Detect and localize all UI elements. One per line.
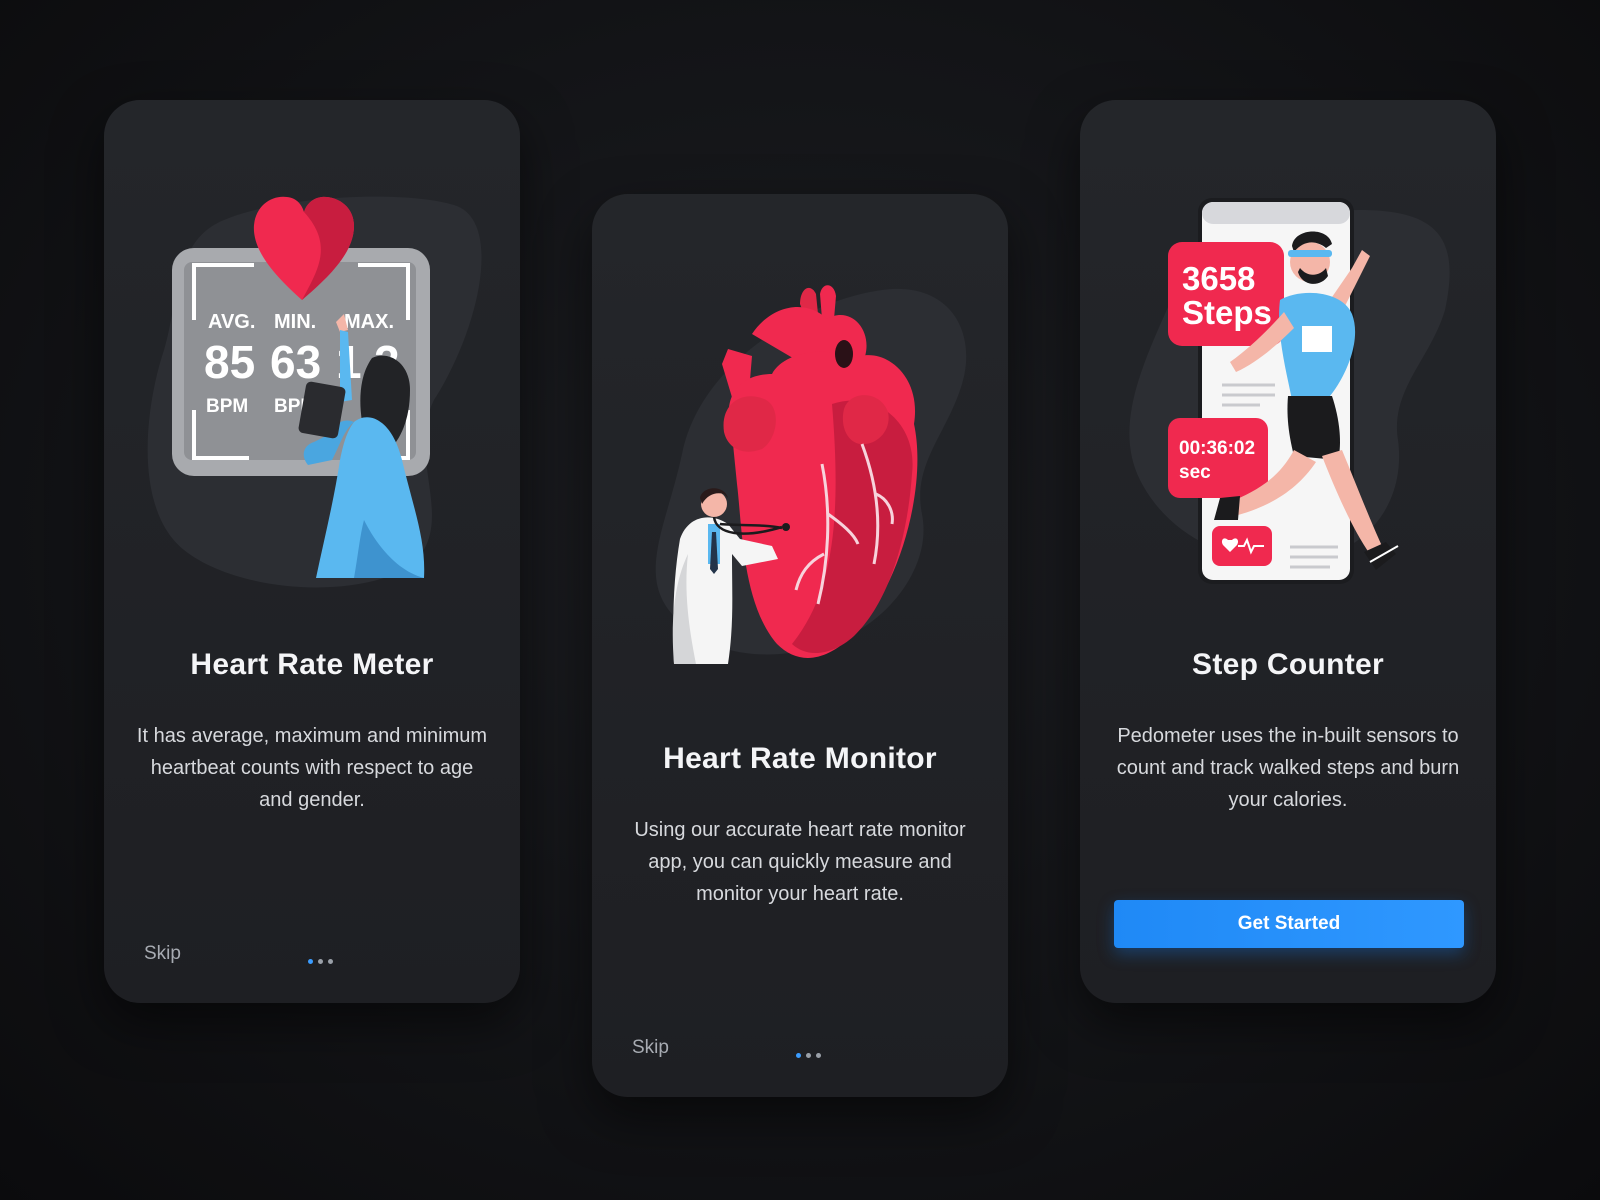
- get-started-button[interactable]: Get Started: [1114, 900, 1464, 948]
- page-dot-2: [318, 959, 323, 964]
- card-description: Pedometer uses the in-built sensors to c…: [1116, 725, 1460, 811]
- steps-label: Steps: [1182, 294, 1272, 331]
- onboarding-card-heart-rate-monitor: Heart Rate Monitor Using our accurate he…: [592, 194, 1008, 1097]
- avg-value: 85: [204, 336, 255, 388]
- page-dot-3: [328, 959, 333, 964]
- timer-value: 00:36:02: [1179, 438, 1255, 459]
- max-label: MAX.: [344, 311, 394, 333]
- page-dot-3: [816, 1053, 821, 1058]
- heart-pulse-icon: [1212, 526, 1272, 566]
- card-title: Heart Rate Monitor: [663, 742, 937, 775]
- bpm-unit-1: BPM: [206, 396, 248, 417]
- min-label: MIN.: [274, 311, 316, 333]
- avg-label: AVG.: [208, 311, 255, 333]
- onboarding-card-step-counter: 3658 Steps 00:36:02 sec Step Counter Ped…: [1080, 100, 1496, 1003]
- min-value: 63: [270, 336, 321, 388]
- skip-button[interactable]: Skip: [632, 1037, 669, 1059]
- card-description: It has average, maximum and minimum hear…: [136, 725, 488, 811]
- timer-unit: sec: [1179, 462, 1211, 483]
- onboarding-card-heart-rate-meter: AVG. MIN. MAX. 85 63 1 2 BPM BPM Heart R…: [104, 100, 520, 1003]
- card-title: Step Counter: [1192, 648, 1384, 681]
- heart-rate-monitor-illustration: [655, 285, 967, 664]
- step-counter-illustration: 3658 Steps 00:36:02 sec: [1129, 198, 1450, 584]
- steps-value: 3658: [1182, 260, 1255, 297]
- page-indicator: [796, 1045, 826, 1058]
- card-title: Heart Rate Meter: [190, 648, 434, 681]
- page-indicator: [308, 951, 338, 964]
- skip-button[interactable]: Skip: [144, 943, 181, 965]
- page-dot-2: [806, 1053, 811, 1058]
- page-dot-1: [796, 1053, 801, 1058]
- heart-rate-meter-illustration: AVG. MIN. MAX. 85 63 1 2 BPM BPM: [147, 196, 482, 588]
- page-dot-1: [308, 959, 313, 964]
- card-description: Using our accurate heart rate monitor ap…: [634, 819, 966, 905]
